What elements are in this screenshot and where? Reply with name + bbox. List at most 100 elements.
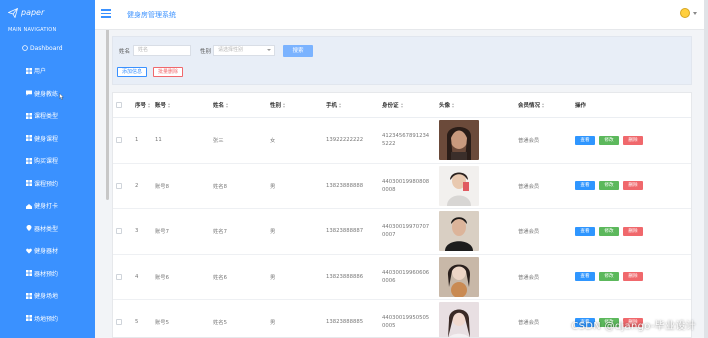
sidebar-item-courses[interactable]: 健身课程	[0, 127, 95, 150]
id-card-cell: 440300199505050005	[382, 300, 430, 337]
grid-icon	[26, 315, 32, 322]
sidebar-item-venues[interactable]: 健身场地	[0, 285, 95, 308]
gender-cell: 女	[270, 138, 276, 145]
sidebar-item-label: 场地预约	[34, 315, 59, 323]
sort-icon	[226, 102, 230, 108]
sidebar-item-label: 健身器材	[34, 248, 59, 256]
header-cell[interactable]: 账号	[155, 93, 172, 117]
account-cell: 账号8	[155, 183, 169, 190]
header-cell[interactable]: 头像	[439, 93, 456, 117]
data-table: 序号 账号 姓名 性别 手机 身份证 头像 会员情况 操作 1 11 张三 女 …	[112, 92, 692, 338]
home-icon	[22, 45, 28, 52]
member-cell: 普通会员	[518, 138, 540, 145]
table-row: 1 11 张三 女 13922222222 412345678912345222…	[113, 118, 691, 164]
row-checkbox[interactable]	[116, 228, 122, 235]
sidebar-item-course-booking[interactable]: 课程预约	[0, 172, 95, 195]
photo-cell	[439, 300, 479, 337]
member-cell: 普通会员	[518, 183, 540, 190]
delete-button[interactable]: 删除	[623, 272, 643, 282]
sort-icon	[542, 102, 546, 108]
chevron-down-icon	[267, 49, 271, 51]
avatar-photo	[439, 120, 479, 161]
brand[interactable]: paper	[0, 0, 95, 25]
gender-cell: 男	[270, 274, 276, 281]
batch-delete-button[interactable]: 批量删除	[153, 67, 183, 77]
header-cell[interactable]: 身份证	[382, 93, 405, 117]
header-label: 性别	[270, 103, 282, 109]
edit-button[interactable]: 修改	[599, 181, 619, 191]
grid-icon	[26, 180, 32, 187]
brand-name: paper	[21, 8, 45, 17]
gender-cell: 男	[270, 229, 276, 236]
grid-icon	[26, 270, 32, 277]
photo-cell	[439, 164, 479, 209]
view-button[interactable]: 查看	[575, 135, 595, 145]
sidebar-item-equipment-types[interactable]: 器材类型	[0, 217, 95, 240]
actions-cell: 查看 修改 删除	[575, 255, 647, 300]
sidebar-item-checkin[interactable]: 健身打卡	[0, 195, 95, 218]
header-cell[interactable]: 性别	[270, 93, 287, 117]
sidebar-item-label: 器材预约	[34, 270, 59, 278]
sidebar-item-equipment[interactable]: 健身器材	[0, 240, 95, 263]
header-cell[interactable]: 会员情况	[518, 93, 546, 117]
header-cell[interactable]: 手机	[326, 93, 343, 117]
sidebar-item-label: 课程预约	[34, 180, 59, 188]
sidebar-item-equipment-booking[interactable]: 器材预约	[0, 262, 95, 285]
header-cell[interactable]: 序号	[135, 93, 152, 117]
edit-button[interactable]: 修改	[599, 272, 619, 282]
user-avatar[interactable]	[680, 8, 690, 18]
index-cell: 5	[135, 319, 139, 326]
main-area: 健身房管理系统 姓名 姓名 性别 请选择性别 搜索 添加信息 批量删除 序号 账…	[95, 0, 708, 338]
hamburger-menu-icon[interactable]	[101, 9, 111, 18]
grid-icon	[26, 135, 32, 142]
delete-button[interactable]: 删除	[623, 181, 643, 191]
search-button[interactable]: 搜索	[283, 45, 313, 57]
heart-icon	[26, 248, 32, 254]
name-input[interactable]: 姓名	[133, 45, 191, 56]
row-checkbox[interactable]	[116, 182, 122, 189]
header-cell[interactable]: 姓名	[213, 93, 230, 117]
member-cell: 普通会员	[518, 274, 540, 281]
id-card-value: 440300199808080008	[382, 178, 430, 193]
view-button[interactable]: 查看	[575, 226, 595, 236]
delete-button[interactable]: 删除	[623, 226, 643, 236]
sidebar-item-label: 健身课程	[34, 135, 59, 143]
grid-icon	[26, 67, 32, 74]
id-card-value: 440300199707070007	[382, 224, 430, 239]
gender-select[interactable]: 请选择性别	[213, 45, 275, 56]
sidebar-item-buy-course[interactable]: 购买课程	[0, 150, 95, 173]
row-checkbox[interactable]	[116, 137, 122, 144]
sidebar-item-venue-booking[interactable]: 场地预约	[0, 307, 95, 330]
row-select-cell	[116, 300, 122, 337]
id-card-cell: 412345678912345222	[382, 118, 430, 163]
sort-icon	[339, 102, 343, 108]
delete-button[interactable]: 删除	[623, 135, 643, 145]
view-button[interactable]: 查看	[575, 181, 595, 191]
select-all-checkbox[interactable]	[116, 102, 122, 108]
sidebar-item-coaches[interactable]: 健身教练	[0, 82, 95, 105]
edit-button[interactable]: 修改	[599, 135, 619, 145]
name-cell: 姓名8	[213, 183, 227, 190]
header-label: 操作	[575, 103, 587, 109]
avatar-photo	[439, 302, 479, 337]
page-scrollbar[interactable]	[704, 0, 708, 338]
row-checkbox[interactable]	[116, 319, 122, 326]
sidebar-item-users[interactable]: 用户	[0, 60, 95, 83]
name-label: 姓名	[119, 49, 131, 55]
gender-cell: 男	[270, 320, 276, 327]
row-select-cell	[116, 255, 122, 300]
sidebar-nav: Dashboard 用户 健身教练 课程类型 健身课程 购买课程 课程预约 健身…	[0, 37, 95, 330]
add-button[interactable]: 添加信息	[117, 67, 147, 77]
view-button[interactable]: 查看	[575, 272, 595, 282]
sidebar-item-course-types[interactable]: 课程类型	[0, 105, 95, 128]
name-cell: 姓名5	[213, 320, 227, 327]
avatar-photo	[439, 165, 479, 206]
sort-icon	[168, 102, 172, 108]
sidebar-item-label: 健身打卡	[34, 203, 59, 211]
chevron-down-icon[interactable]	[693, 12, 697, 15]
sidebar-item-dashboard[interactable]: Dashboard	[0, 37, 95, 60]
edit-button[interactable]: 修改	[599, 226, 619, 236]
actions-cell: 查看 修改 删除	[575, 118, 647, 163]
name-cell: 姓名7	[213, 229, 227, 236]
row-checkbox[interactable]	[116, 273, 122, 280]
